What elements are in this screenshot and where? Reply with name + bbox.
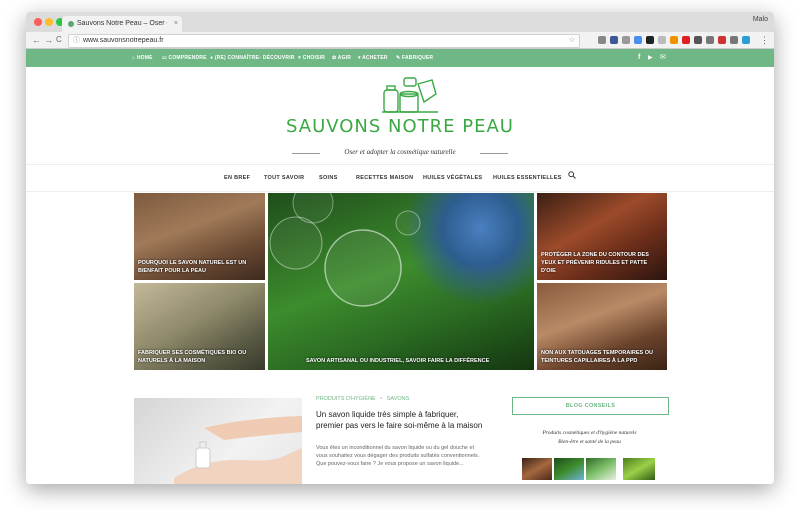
sidebar-thumbnail[interactable]	[522, 458, 552, 480]
search-icon[interactable]	[568, 165, 576, 191]
menu-icon[interactable]: ⋮	[760, 34, 769, 46]
browser-titlebar: Sauvons Notre Peau – Oser et × Malo	[26, 12, 774, 32]
reload-button[interactable]: C	[56, 34, 62, 46]
extension-icon[interactable]	[682, 36, 690, 44]
close-window-button[interactable]	[34, 18, 42, 26]
nav-item-tout-savoir[interactable]: TOUT SAVOIR	[264, 165, 304, 191]
logo-wordmark[interactable]: SAUVONS NOTRE PEAU	[284, 116, 516, 137]
tab-title: Sauvons Notre Peau – Oser et	[77, 20, 167, 27]
blog-conseils-heading: BLOG CONSEILS	[512, 397, 669, 415]
browser-tab[interactable]: Sauvons Notre Peau – Oser et ×	[62, 16, 182, 32]
topnav-item-decouvrir[interactable]: ○ DÉCOUVRIR	[258, 49, 295, 67]
youtube-icon[interactable]: ▶	[648, 49, 653, 67]
featured-tile-cosmetics[interactable]: FABRIQUER SES COSMÉTIQUES BIO OU NATUREL…	[134, 283, 265, 370]
topnav-item-fabriquer[interactable]: ✎ FABRIQUER	[396, 49, 433, 67]
featured-caption: SAVON ARTISANAL OU INDUSTRIEL, SAVOIR FA…	[306, 358, 490, 364]
address-toolbar: ← → C ⓘ www.sauvonsnotrepeau.fr ☆ ⋮	[26, 32, 774, 49]
forward-button[interactable]: →	[44, 34, 53, 46]
featured-tile-bubbles[interactable]: SAVON ARTISANAL OU INDUSTRIEL, SAVOIR FA…	[268, 193, 534, 370]
sidebar-thumbnail[interactable]	[623, 458, 655, 480]
main-navigation: EN BREF TOUT SAVOIR SOINS RECETTES MAISO…	[26, 164, 774, 192]
nav-item-huiles-essentielles[interactable]: HUILES ESSENTIELLES	[493, 165, 562, 191]
featured-tile-eyes[interactable]: PROTÉGER LA ZONE DU CONTOUR DES YEUX ET …	[537, 193, 667, 280]
extension-icon[interactable]	[742, 36, 750, 44]
extension-icon[interactable]	[706, 36, 714, 44]
topnav-item-agir[interactable]: ✿ AGIR	[332, 49, 351, 67]
back-button[interactable]: ←	[32, 34, 41, 46]
sidebar-line: Bien-être et santé de la peau	[558, 439, 621, 445]
nav-item-recettes-maison[interactable]: RECETTES MAISON	[356, 165, 413, 191]
extension-icon[interactable]	[718, 36, 726, 44]
top-navigation: ⌂ HOME ▭ COMPRENDRE ● (RE) CONNAÎTRE ○ D…	[26, 49, 774, 67]
topnav-item-home[interactable]: ⌂ HOME	[132, 49, 153, 67]
featured-caption: POURQUOI LE SAVON NATUREL EST UN BIENFAI…	[138, 260, 247, 274]
sidebar-thumbnail[interactable]	[554, 458, 584, 480]
email-icon[interactable]: ✉	[660, 49, 666, 67]
nav-item-soins[interactable]: SOINS	[319, 165, 338, 191]
soap-dispenser-image	[174, 416, 302, 484]
featured-tile-soaps[interactable]: POURQUOI LE SAVON NATUREL EST UN BIENFAI…	[134, 193, 265, 280]
browser-window: Sauvons Notre Peau – Oser et × Malo ← → …	[26, 12, 774, 484]
featured-caption: FABRIQUER SES COSMÉTIQUES BIO OU NATUREL…	[138, 350, 247, 364]
featured-tile-tattoo[interactable]: NON AUX TATOUAGES TEMPORAIRES OU TEINTUR…	[537, 283, 667, 370]
featured-caption: NON AUX TATOUAGES TEMPORAIRES OU TEINTUR…	[541, 350, 653, 364]
topnav-item-connaitre[interactable]: ● (RE) CONNAÎTRE	[210, 49, 259, 67]
category-link[interactable]: PRODUITS D'HYGIÈNE	[316, 396, 376, 402]
bookmark-star-icon[interactable]: ☆	[569, 35, 575, 47]
nav-item-en-bref[interactable]: EN BREF	[224, 165, 250, 191]
address-input[interactable]: ⓘ www.sauvonsnotrepeau.fr ☆	[68, 34, 580, 48]
topnav-item-choisir[interactable]: ♥ CHOISIR	[298, 49, 325, 67]
nav-item-huiles-vegetales[interactable]: HUILES VÉGÉTALES	[423, 165, 482, 191]
featured-caption: PROTÉGER LA ZONE DU CONTOUR DES YEUX ET …	[541, 252, 649, 274]
extension-icon[interactable]	[730, 36, 738, 44]
post-categories: PRODUITS D'HYGIÈNE • SAVONS	[316, 396, 409, 402]
info-icon[interactable]: ⓘ	[73, 35, 80, 47]
minimize-window-button[interactable]	[45, 18, 53, 26]
extension-icon[interactable]	[622, 36, 630, 44]
tab-close-icon[interactable]: ×	[174, 16, 178, 32]
post-thumbnail[interactable]	[134, 398, 302, 484]
category-separator: •	[380, 396, 383, 402]
url-text: www.sauvonsnotrepeau.fr	[83, 37, 164, 44]
category-link[interactable]: SAVONS	[387, 396, 410, 402]
site-tagline: Oser et adopter la cosmétique naturelle	[256, 148, 544, 156]
extension-icon[interactable]	[634, 36, 642, 44]
extension-icon[interactable]	[694, 36, 702, 44]
extension-icon[interactable]	[646, 36, 654, 44]
topnav-item-comprendre[interactable]: ▭ COMPRENDRE	[162, 49, 207, 67]
profile-name[interactable]: Malo	[753, 16, 768, 23]
bubbles-image	[269, 193, 421, 307]
favicon-icon	[68, 21, 74, 27]
facebook-icon[interactable]: f	[638, 49, 640, 67]
extension-icon[interactable]	[610, 36, 618, 44]
sidebar-thumbnail[interactable]	[586, 458, 616, 480]
extension-icon[interactable]	[658, 36, 666, 44]
extension-icon[interactable]	[670, 36, 678, 44]
extension-icon[interactable]	[598, 36, 606, 44]
sidebar-line: Produits cosmétiques et d'hygiène nature…	[542, 430, 637, 436]
post-title[interactable]: Un savon liquide très simple à fabriquer…	[316, 409, 484, 431]
sidebar-description: Produits cosmétiques et d'hygiène nature…	[512, 429, 667, 447]
topnav-item-acheter[interactable]: ▾ ACHETER	[358, 49, 388, 67]
post-excerpt: Vous êtes un inconditionnel du savon liq…	[316, 445, 480, 467]
